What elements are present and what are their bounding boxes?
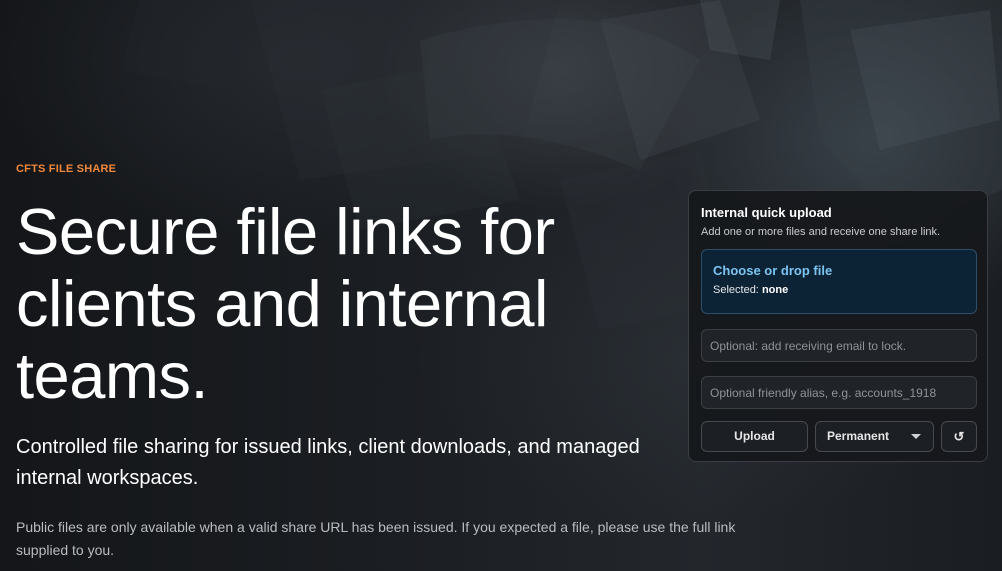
- upload-panel-title: Internal quick upload: [701, 205, 832, 220]
- eyebrow-label: CFTS FILE SHARE: [16, 163, 117, 175]
- friendly-alias-input[interactable]: [701, 376, 977, 409]
- upload-button[interactable]: Upload: [701, 421, 808, 452]
- expiry-select-value: Permanent: [827, 429, 890, 443]
- file-dropzone[interactable]: Choose or drop file Selected: none: [701, 249, 977, 314]
- refresh-icon: ↺: [953, 429, 965, 444]
- receiving-email-input[interactable]: [701, 329, 977, 362]
- upload-panel-subtitle: Add one or more files and receive one sh…: [701, 226, 941, 238]
- page-title: Secure file links for clients and intern…: [16, 195, 555, 412]
- hero-section: CFTS FILE SHARE Secure file links for cl…: [16, 163, 735, 562]
- choose-file-label: Choose or drop file: [713, 263, 833, 278]
- hero-subheading: Controlled file sharing for issued links…: [16, 436, 640, 489]
- hero-note: Public files are only available when a v…: [16, 519, 736, 558]
- selected-file-status: Selected: none: [713, 284, 788, 296]
- expiry-select[interactable]: Permanent: [815, 421, 934, 452]
- chevron-down-icon: [911, 434, 921, 439]
- selected-value: none: [761, 284, 789, 296]
- reset-button[interactable]: ↺: [941, 421, 977, 452]
- upload-panel: Internal quick upload Add one or more fi…: [688, 190, 988, 462]
- selected-label: Selected:: [713, 284, 759, 296]
